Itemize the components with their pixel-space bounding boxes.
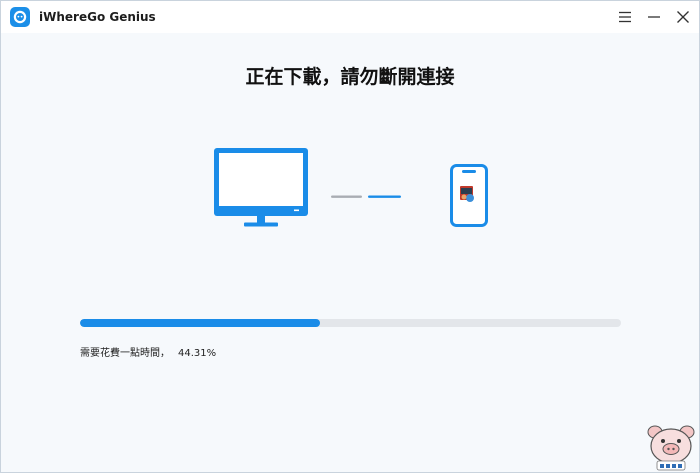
- progress-status: 需要花費一點時間， 44.31%: [80, 347, 216, 361]
- progress-bar: [80, 319, 621, 327]
- menu-icon: [619, 11, 631, 23]
- transfer-line: [329, 185, 403, 198]
- phone-icon: [450, 164, 488, 227]
- progress-status-label: 需要花費一點時間，: [80, 348, 170, 359]
- app-window: iWhereGo Genius 正在下載，請勿斷開連接 需要花費一點時間， 44…: [0, 0, 700, 473]
- page-heading: 正在下載，請勿斷開連接: [245, 66, 455, 88]
- close-button[interactable]: [670, 5, 696, 29]
- menu-button[interactable]: [612, 5, 638, 29]
- app-logo-icon: [10, 7, 30, 27]
- pig-mascot-icon: [643, 420, 699, 472]
- title-bar[interactable]: iWhereGo Genius: [1, 1, 699, 33]
- progress-bar-fill: [80, 319, 320, 327]
- minimize-button[interactable]: [641, 5, 667, 29]
- app-title: iWhereGo Genius: [39, 10, 156, 24]
- minimize-icon: [648, 16, 660, 18]
- monitor-icon: [214, 148, 308, 228]
- progress-percent: 44.31%: [178, 348, 217, 359]
- close-icon: [677, 11, 689, 23]
